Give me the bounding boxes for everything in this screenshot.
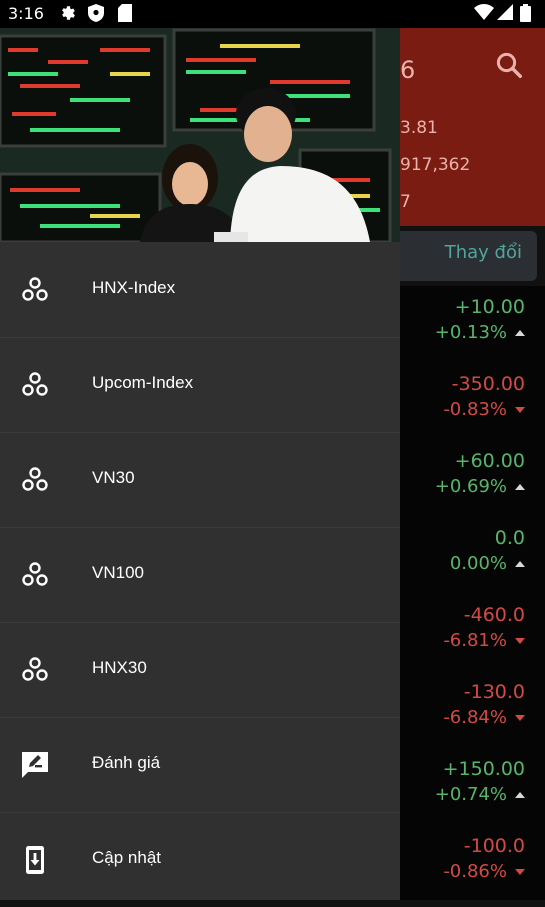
change-row[interactable]: -130.0 -6.84% [385,679,525,731]
search-icon[interactable] [494,50,524,80]
change-row[interactable]: +60.00 +0.69% [385,448,525,500]
sim-card-icon [118,4,132,22]
change-value: -100.0 [463,835,525,857]
arrow-up-icon [515,484,525,490]
arrow-up-icon [515,561,525,567]
change-list: +10.00 +0.13% -350.00 -0.83% +60.00 +0.6… [400,286,545,900]
workspaces-icon [22,562,48,586]
arrow-up-icon [515,330,525,336]
arrow-up-icon [515,792,525,798]
workspaces-icon [22,277,48,301]
change-row[interactable]: -350.00 -0.83% [385,371,525,423]
change-value: -350.00 [451,373,525,395]
change-value: 0.0 [494,527,525,549]
stock-board-photo [0,28,400,242]
change-row[interactable]: +150.00 +0.74% [385,756,525,808]
menu-item-label: VN100 [92,563,144,582]
change-column-label: Thay đổi [444,242,522,263]
change-value: -130.0 [463,681,525,703]
menu-item-label: Đánh giá [92,753,161,772]
signal-icon [497,4,513,20]
index-extra: 7 [400,192,411,212]
menu-item-hnx30[interactable]: HNX30 [0,622,400,718]
menu-item-label: VN30 [92,468,135,487]
change-percent: -0.83% [443,399,507,420]
menu-item-label: HNX30 [92,658,147,677]
wifi-icon [474,4,494,20]
change-percent: -6.84% [443,707,507,728]
change-percent: 0.00% [449,553,507,574]
gear-icon [62,6,75,20]
status-time: 3:16 [8,4,44,23]
workspaces-icon [22,372,48,396]
battery-icon [520,4,531,22]
change-percent: -6.81% [443,630,507,651]
change-value: +150.00 [442,758,525,780]
index-value: 6 [400,56,416,84]
system-update-icon [26,846,44,874]
index-change: 3.81 [400,118,438,138]
menu-item-upcom-index[interactable]: Upcom-Index [0,337,400,433]
arrow-down-icon [515,638,525,644]
change-value: +60.00 [454,450,525,472]
menu-item-vn100[interactable]: VN100 [0,527,400,623]
rate-review-icon [22,752,48,778]
workspaces-icon [22,467,48,491]
change-value: +10.00 [454,296,525,318]
drawer-header-image [0,28,400,242]
change-percent: +0.13% [434,322,507,343]
market-summary-header: 6 3.81 917,362 7 [400,28,545,226]
change-row[interactable]: -460.0 -6.81% [385,602,525,654]
change-percent: +0.69% [434,476,507,497]
navigation-drawer: HNX-Index Upcom-Index VN30 VN100 HNX30 Đ… [0,28,400,900]
arrow-down-icon [515,407,525,413]
menu-item-label: Cập nhật [92,848,161,867]
shield-icon [88,4,104,22]
menu-item-rate[interactable]: Đánh giá [0,717,400,813]
arrow-down-icon [515,869,525,875]
menu-item-hnx-index[interactable]: HNX-Index [0,242,400,338]
change-row[interactable]: -100.0 -0.86% [385,833,525,885]
change-row[interactable]: 0.0 0.00% [385,525,525,577]
status-bar: 3:16 [0,0,545,28]
menu-item-label: Upcom-Index [92,373,194,392]
index-volume: 917,362 [400,155,471,175]
menu-item-vn30[interactable]: VN30 [0,432,400,528]
change-percent: +0.74% [434,784,507,805]
change-value: -460.0 [463,604,525,626]
change-percent: -0.86% [443,861,507,882]
menu-item-update[interactable]: Cập nhật [0,812,400,907]
change-row[interactable]: +10.00 +0.13% [385,294,525,346]
arrow-down-icon [515,715,525,721]
menu-item-label: HNX-Index [92,278,176,297]
workspaces-icon [22,657,48,681]
column-header: Thay đổi [400,226,545,286]
